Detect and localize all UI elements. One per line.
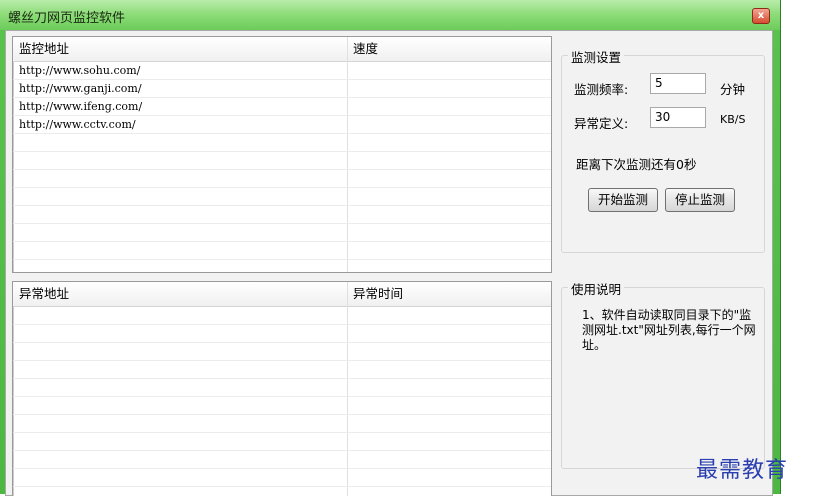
column-header-url[interactable]: 监控地址 [13, 37, 347, 61]
table-row[interactable] [13, 415, 551, 433]
table-row[interactable]: http://www.sohu.com/ [13, 62, 551, 80]
watermark-text: 最需教育 [696, 458, 789, 483]
table-row[interactable]: http://www.cctv.com/ [13, 116, 551, 134]
monitor-list-header: 监控地址 速度 [13, 37, 551, 62]
anomaly-list-header: 异常地址 异常时间 [13, 282, 551, 307]
settings-group: 监测设置 监测频率: 5 分钟 异常定义: 30 KB/S 距离下次监测还有0秒… [561, 47, 765, 253]
help-group: 使用说明 1、软件自动读取同目录下的"监测网址.txt"网址列表,每行一个网址。 [561, 279, 765, 469]
table-row[interactable] [13, 170, 551, 188]
table-row[interactable]: http://www.ganji.com/ [13, 80, 551, 98]
start-monitor-button[interactable]: 开始监测 [588, 188, 658, 212]
help-group-label: 使用说明 [568, 279, 625, 298]
frequency-unit: 分钟 [720, 82, 746, 97]
frequency-label: 监测频率: [574, 82, 629, 97]
table-row[interactable] [13, 433, 551, 451]
url-cell: http://www.ifeng.com/ [19, 100, 143, 113]
url-cell: http://www.ganji.com/ [19, 82, 142, 95]
help-text: 1、软件自动读取同目录下的"监测网址.txt"网址列表,每行一个网址。 [582, 308, 756, 352]
app-window: 螺丝刀网页监控软件 x 监控地址 速度 http://www.sohu.com/… [0, 0, 781, 496]
stop-monitor-button[interactable]: 停止监测 [665, 188, 735, 212]
table-row[interactable] [13, 307, 551, 325]
url-cell: http://www.cctv.com/ [19, 118, 136, 131]
countdown-text: 距离下次监测还有0秒 [576, 157, 697, 172]
table-row[interactable] [13, 152, 551, 170]
table-row[interactable] [13, 224, 551, 242]
column-header-anomaly-time[interactable]: 异常时间 [347, 282, 551, 306]
table-row[interactable] [13, 134, 551, 152]
frequency-input[interactable]: 5 [650, 73, 706, 94]
column-header-anomaly-url[interactable]: 异常地址 [13, 282, 347, 306]
settings-group-label: 监测设置 [568, 47, 625, 66]
url-second-cell [347, 116, 551, 133]
url-second-cell [347, 62, 551, 79]
anomaly-threshold-label: 异常定义: [574, 116, 629, 131]
anomaly-threshold-unit: KB/S [720, 113, 746, 126]
url-second-cell [347, 98, 551, 115]
client-area: 监控地址 速度 http://www.sohu.com/http://www.g… [5, 30, 773, 496]
table-row[interactable] [13, 325, 551, 343]
close-button[interactable]: x [752, 8, 770, 24]
table-row[interactable] [13, 379, 551, 397]
monitor-list[interactable]: 监控地址 速度 http://www.sohu.com/http://www.g… [12, 36, 552, 273]
window-title: 螺丝刀网页监控软件 [8, 11, 126, 26]
url-second-cell [347, 80, 551, 97]
table-row[interactable] [13, 361, 551, 379]
anomaly-list[interactable]: 异常地址 异常时间 [12, 281, 552, 496]
table-row[interactable] [13, 397, 551, 415]
table-row[interactable] [13, 242, 551, 260]
table-row[interactable] [13, 206, 551, 224]
title-bar[interactable]: 螺丝刀网页监控软件 x [0, 0, 780, 30]
url-cell: http://www.sohu.com/ [19, 64, 141, 77]
table-row[interactable] [13, 188, 551, 206]
table-row[interactable] [13, 451, 551, 469]
table-row[interactable] [13, 469, 551, 487]
column-header-speed[interactable]: 速度 [347, 37, 551, 61]
table-row[interactable] [13, 343, 551, 361]
table-row[interactable]: http://www.ifeng.com/ [13, 98, 551, 116]
anomaly-threshold-input[interactable]: 30 [650, 107, 706, 128]
